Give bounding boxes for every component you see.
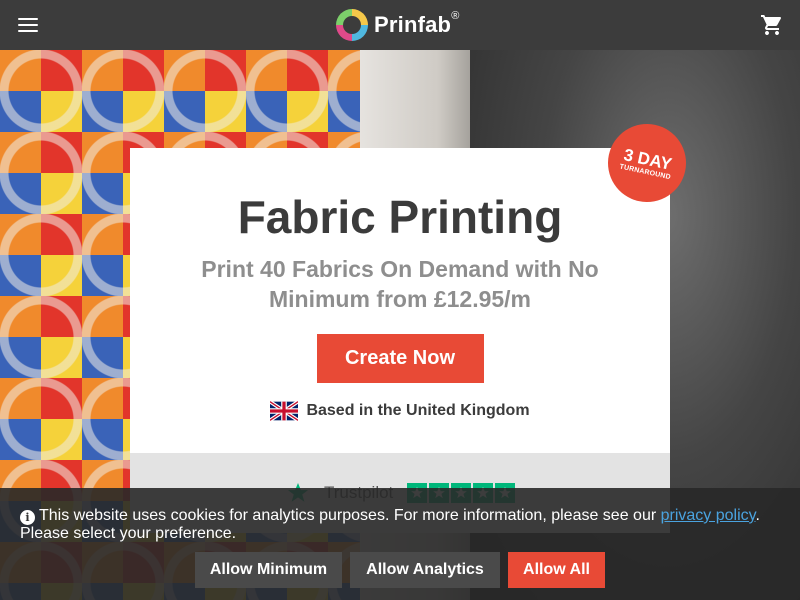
location-text: Based in the United Kingdom bbox=[306, 402, 530, 419]
create-now-button[interactable]: Create Now bbox=[316, 334, 484, 383]
top-navigation-bar: Prinfab® bbox=[0, 0, 800, 50]
registered-mark: ® bbox=[451, 10, 460, 22]
hero-card: Fabric Printing Print 40 Fabrics On Dema… bbox=[130, 148, 670, 453]
privacy-policy-link[interactable]: privacy policy bbox=[661, 507, 756, 524]
logo-text: Prinfab® bbox=[374, 10, 460, 37]
cookie-consent-bar: i This website uses cookies for analytics… bbox=[0, 488, 800, 600]
hamburger-menu-icon[interactable] bbox=[14, 12, 42, 38]
cookie-button-group: Allow Minimum Allow Analytics Allow All bbox=[195, 552, 605, 588]
allow-all-button[interactable]: Allow All bbox=[508, 552, 605, 588]
prinfab-logo[interactable]: Prinfab® bbox=[336, 8, 460, 42]
location-line: Based in the United Kingdom bbox=[130, 401, 670, 421]
hero-subtitle: Print 40 Fabrics On Demand with No Minim… bbox=[201, 256, 599, 312]
page-title: Fabric Printing bbox=[237, 191, 563, 243]
info-icon: i bbox=[20, 510, 35, 525]
logo-ring-icon bbox=[336, 9, 368, 41]
shopping-cart-icon[interactable] bbox=[760, 13, 784, 37]
cookie-message: i This website uses cookies for analytics… bbox=[20, 507, 780, 543]
allow-analytics-button[interactable]: Allow Analytics bbox=[350, 552, 500, 588]
cookie-text-start: This website uses cookies for analytics … bbox=[39, 507, 661, 524]
uk-flag-icon bbox=[270, 401, 299, 421]
allow-minimum-button[interactable]: Allow Minimum bbox=[195, 552, 342, 588]
